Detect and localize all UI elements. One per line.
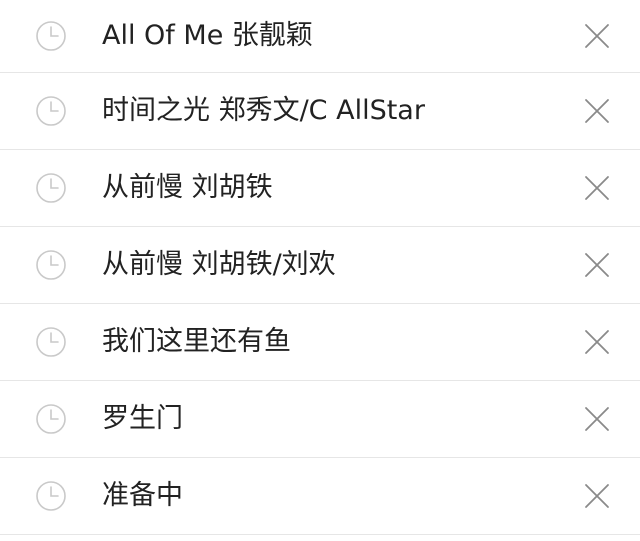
- history-item-label: All Of Me 张靓颖: [102, 20, 313, 51]
- clock-icon: [35, 326, 67, 358]
- history-item-label: 时间之光 郑秀文/C AllStar: [102, 95, 425, 126]
- close-icon[interactable]: [584, 406, 610, 432]
- clock-icon: [35, 249, 67, 281]
- history-item[interactable]: 从前慢 刘胡铁: [0, 150, 640, 227]
- clock-icon: [35, 480, 67, 512]
- history-item-label: 罗生门: [102, 403, 183, 434]
- history-item[interactable]: 准备中: [0, 458, 640, 535]
- close-icon[interactable]: [584, 98, 610, 124]
- history-item[interactable]: 我们这里还有鱼: [0, 304, 640, 381]
- close-icon[interactable]: [584, 329, 610, 355]
- clock-icon: [35, 403, 67, 435]
- close-icon[interactable]: [584, 252, 610, 278]
- history-item[interactable]: All Of Me 张靓颖: [0, 0, 640, 73]
- close-icon[interactable]: [584, 483, 610, 509]
- history-item[interactable]: 时间之光 郑秀文/C AllStar: [0, 73, 640, 150]
- clock-icon: [35, 172, 67, 204]
- history-item-label: 准备中: [102, 480, 183, 511]
- search-history-list: All Of Me 张靓颖 时间之光 郑秀文/C AllStar 从前慢 刘胡铁…: [0, 0, 640, 535]
- close-icon[interactable]: [584, 175, 610, 201]
- history-item-label: 我们这里还有鱼: [102, 326, 291, 357]
- history-item-label: 从前慢 刘胡铁: [102, 172, 273, 203]
- history-item[interactable]: 从前慢 刘胡铁/刘欢: [0, 227, 640, 304]
- clock-icon: [35, 20, 67, 52]
- history-item[interactable]: 罗生门: [0, 381, 640, 458]
- clock-icon: [35, 95, 67, 127]
- close-icon[interactable]: [584, 23, 610, 49]
- history-item-label: 从前慢 刘胡铁/刘欢: [102, 249, 336, 280]
